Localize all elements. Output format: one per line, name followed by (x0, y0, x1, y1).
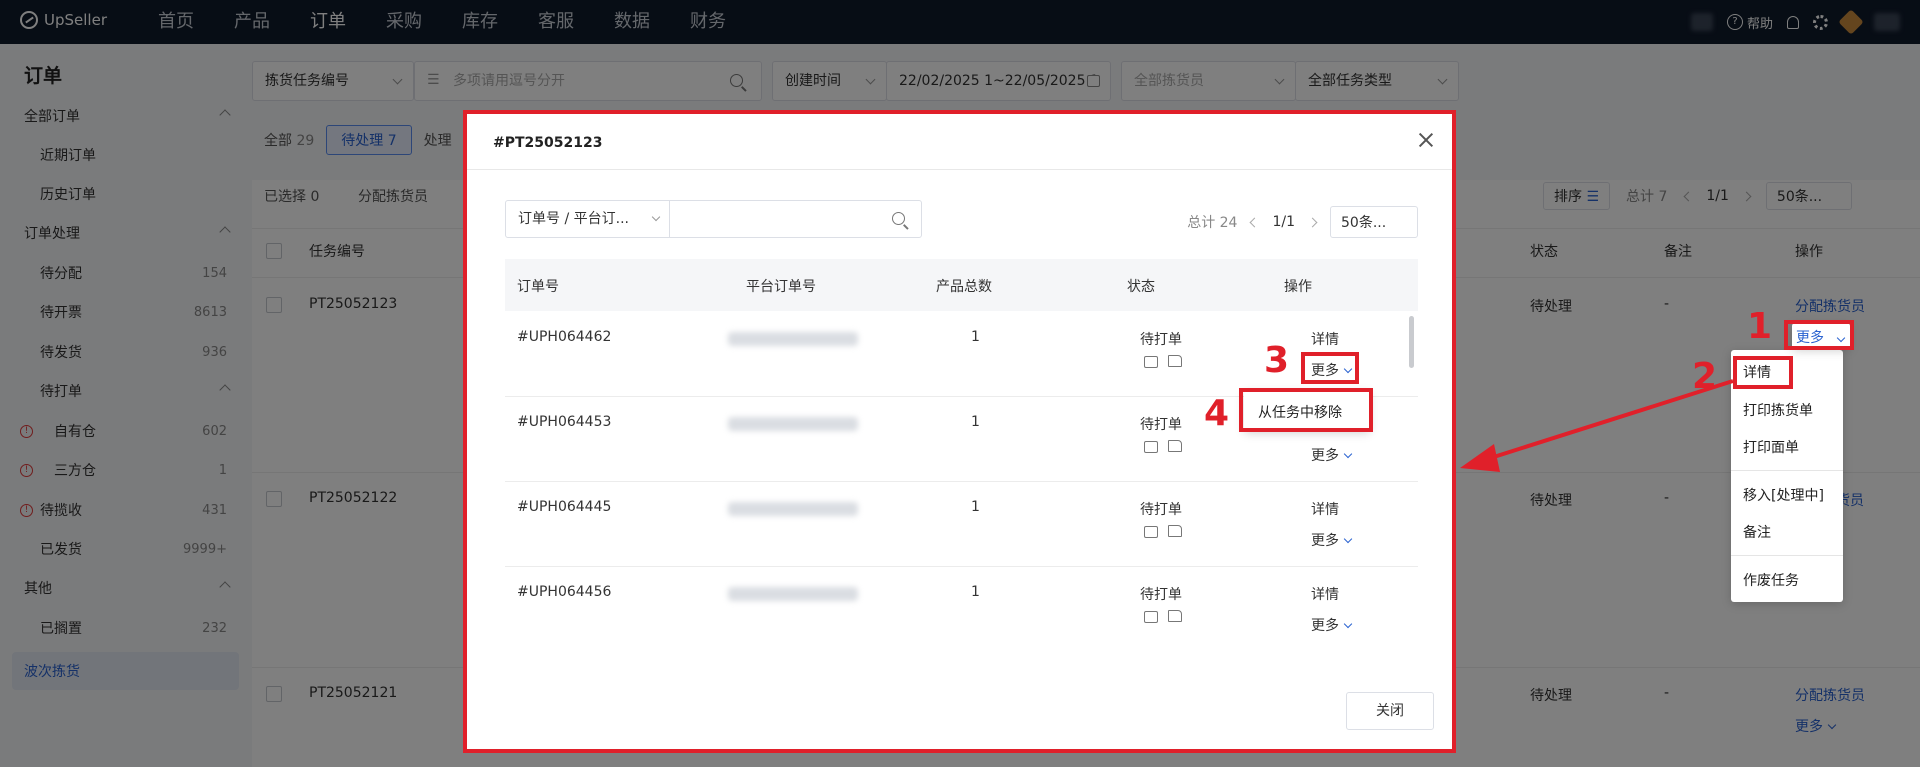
status-cell: 待打单 (1140, 417, 1182, 433)
page-size-label: 50条... (1341, 215, 1387, 231)
divider (505, 566, 1418, 567)
col-header-action: 操作 (1284, 279, 1312, 295)
next-page-icon[interactable] (1307, 217, 1318, 227)
close-button[interactable]: 关闭 (1346, 692, 1434, 730)
qty-cell: 1 (971, 414, 980, 430)
col-header-platform-no: 平台订单号 (746, 279, 816, 295)
prev-page-icon[interactable] (1250, 217, 1260, 227)
annotation-box-3 (1301, 352, 1359, 384)
qty-cell: 1 (971, 499, 980, 515)
status-cell: 待打单 (1140, 332, 1182, 348)
blurred-platform-order-no (728, 587, 858, 601)
blurred-platform-order-no (728, 417, 858, 431)
modal-page-indicator: 1/1 (1272, 214, 1295, 230)
modal-pagination: 总计 24 1/1 50条... (1187, 206, 1418, 238)
arrow-head (1460, 444, 1500, 472)
col-header-qty: 产品总数 (936, 279, 992, 295)
qty-cell: 1 (971, 584, 980, 600)
modal-scrollbar[interactable] (1409, 316, 1414, 368)
modal-title: #PT25052123 (493, 135, 603, 151)
chevron-down-icon (1343, 534, 1353, 544)
more-dropdown-trigger[interactable]: 更多 (1311, 615, 1353, 635)
annotation-box-4 (1239, 388, 1373, 432)
blurred-platform-order-no (728, 502, 858, 516)
annotation-number-4: 4 (1204, 393, 1230, 434)
qty-cell: 1 (971, 329, 980, 345)
divider (505, 481, 1418, 482)
divider (467, 169, 1452, 170)
detail-link[interactable]: 详情 (1311, 499, 1339, 519)
barcode-icon (1144, 356, 1158, 368)
order-no-cell: #UPH064445 (517, 499, 612, 515)
arrow-line (1477, 379, 1734, 464)
status-cell: 待打单 (1140, 502, 1182, 518)
col-header-status: 状态 (1127, 279, 1155, 295)
detail-link[interactable]: 详情 (1311, 584, 1339, 604)
modal-page-size-select[interactable]: 50条... (1330, 206, 1418, 238)
search-type-label: 订单号 / 平台订... (518, 211, 629, 227)
modal-total: 总计 24 (1187, 215, 1238, 231)
modal-table-header: 订单号 平台订单号 产品总数 状态 操作 (505, 259, 1418, 311)
order-no-cell: #UPH064453 (517, 414, 612, 430)
detail-link[interactable]: 详情 (1311, 329, 1339, 349)
document-icon (1168, 440, 1182, 452)
more-label: 更多 (1311, 533, 1339, 549)
more-dropdown-trigger[interactable]: 更多 (1311, 445, 1353, 465)
document-icon (1168, 610, 1182, 622)
order-no-cell: #UPH064462 (517, 329, 612, 345)
status-cell: 待打单 (1140, 587, 1182, 603)
order-search-type-select[interactable]: 订单号 / 平台订... (505, 200, 670, 238)
chevron-down-icon (651, 212, 661, 222)
blurred-platform-order-no (728, 332, 858, 346)
barcode-icon (1144, 611, 1158, 623)
document-icon (1168, 525, 1182, 537)
barcode-icon (1144, 526, 1158, 538)
task-detail-modal: #PT25052123 订单号 / 平台订... 总计 24 1/1 50条..… (463, 110, 1456, 753)
more-label: 更多 (1311, 618, 1339, 634)
more-dropdown-trigger[interactable]: 更多 (1311, 530, 1353, 550)
order-search-input[interactable] (669, 200, 922, 238)
close-icon[interactable] (1418, 132, 1434, 148)
more-label: 更多 (1311, 448, 1339, 464)
annotation-number-3: 3 (1264, 340, 1290, 381)
chevron-down-icon (1343, 449, 1353, 459)
barcode-icon (1144, 441, 1158, 453)
col-header-order-no: 订单号 (517, 279, 559, 295)
document-icon (1168, 355, 1182, 367)
chevron-down-icon (1343, 619, 1353, 629)
search-icon[interactable] (892, 212, 905, 225)
order-no-cell: #UPH064456 (517, 584, 612, 600)
